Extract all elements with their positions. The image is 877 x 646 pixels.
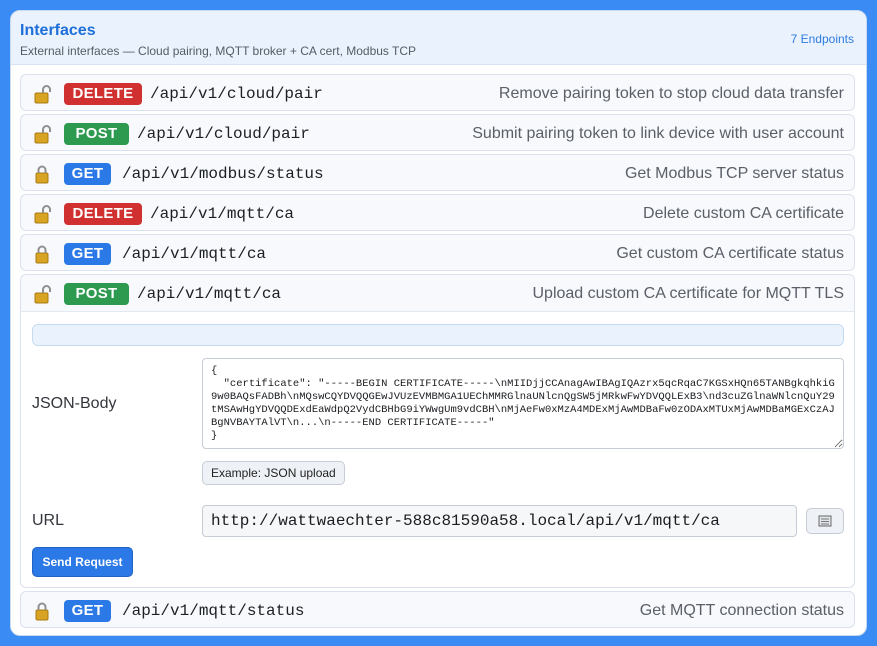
- endpoint-description: Get MQTT connection status: [639, 602, 844, 619]
- method-badge: GET: [64, 163, 111, 185]
- endpoint-row-get-modbus-status[interactable]: GET /api/v1/modbus/status Get Modbus TCP…: [20, 154, 855, 191]
- endpoint-count: 7 Endpoints: [790, 32, 854, 46]
- example-json-upload-button[interactable]: Example: JSON upload: [202, 461, 345, 485]
- clipboard-icon: [818, 515, 832, 527]
- endpoint-description: Delete custom CA certificate: [643, 205, 844, 222]
- url-input[interactable]: http://wattwaechter-588c81590a58.local/a…: [202, 505, 797, 537]
- endpoint-path: /api/v1/mqtt/ca: [137, 285, 282, 303]
- method-badge: POST: [64, 123, 129, 145]
- endpoint-row-delete-cloud-pair[interactable]: DELETE /api/v1/cloud/pair Remove pairing…: [20, 74, 855, 111]
- endpoint-expanded-post-mqtt-ca: POST /api/v1/mqtt/ca Upload custom CA ce…: [20, 274, 855, 588]
- endpoint-description: Upload custom CA certificate for MQTT TL…: [532, 285, 844, 302]
- endpoint-row-get-mqtt-ca[interactable]: GET /api/v1/mqtt/ca Get custom CA certif…: [20, 234, 855, 271]
- send-request-button[interactable]: Send Request: [32, 547, 133, 577]
- json-body-textarea[interactable]: { "certificate": "-----BEGIN CERTIFICATE…: [202, 358, 844, 449]
- panel-title: Interfaces: [20, 22, 96, 39]
- endpoint-description: Remove pairing token to stop cloud data …: [498, 85, 844, 102]
- json-body-label: JSON-Body: [32, 395, 117, 412]
- endpoint-path: /api/v1/cloud/pair: [150, 85, 323, 103]
- endpoint-list: DELETE /api/v1/cloud/pair Remove pairing…: [20, 74, 855, 631]
- endpoint-path: /api/v1/mqtt/ca: [122, 245, 267, 263]
- endpoint-path: /api/v1/mqtt/ca: [150, 205, 295, 223]
- panel-header[interactable]: Interfaces External interfaces — Cloud p…: [11, 11, 866, 65]
- info-bar: [32, 324, 844, 346]
- endpoint-path: /api/v1/mqtt/status: [122, 602, 305, 620]
- endpoint-row-delete-mqtt-ca[interactable]: DELETE /api/v1/mqtt/ca Delete custom CA …: [20, 194, 855, 231]
- lock-open-icon: [34, 285, 51, 304]
- endpoint-description: Submit pairing token to link device with…: [472, 125, 844, 142]
- url-label: URL: [32, 512, 65, 529]
- endpoint-description: Get custom CA certificate status: [616, 245, 844, 262]
- endpoint-description: Get Modbus TCP server status: [624, 165, 844, 182]
- method-badge: POST: [64, 283, 129, 305]
- method-badge: DELETE: [64, 83, 142, 105]
- method-badge: GET: [64, 600, 111, 622]
- lock-open-icon: [34, 125, 51, 144]
- lock-closed-icon: [35, 165, 49, 184]
- panel-subtitle: External interfaces — Cloud pairing, MQT…: [20, 44, 417, 58]
- lock-closed-icon: [35, 245, 49, 264]
- interfaces-panel: Interfaces External interfaces — Cloud p…: [10, 10, 867, 636]
- endpoint-row-get-mqtt-status[interactable]: GET /api/v1/mqtt/status Get MQTT connect…: [20, 591, 855, 628]
- method-badge: DELETE: [64, 203, 142, 225]
- copy-url-button[interactable]: [806, 508, 844, 534]
- lock-open-icon: [34, 85, 51, 104]
- endpoint-path: /api/v1/cloud/pair: [137, 125, 310, 143]
- endpoint-row-post-mqtt-ca[interactable]: POST /api/v1/mqtt/ca Upload custom CA ce…: [21, 275, 854, 312]
- lock-open-icon: [34, 205, 51, 224]
- endpoint-row-post-cloud-pair[interactable]: POST /api/v1/cloud/pair Submit pairing t…: [20, 114, 855, 151]
- method-badge: GET: [64, 243, 111, 265]
- endpoint-path: /api/v1/modbus/status: [122, 165, 324, 183]
- lock-closed-icon: [35, 602, 49, 621]
